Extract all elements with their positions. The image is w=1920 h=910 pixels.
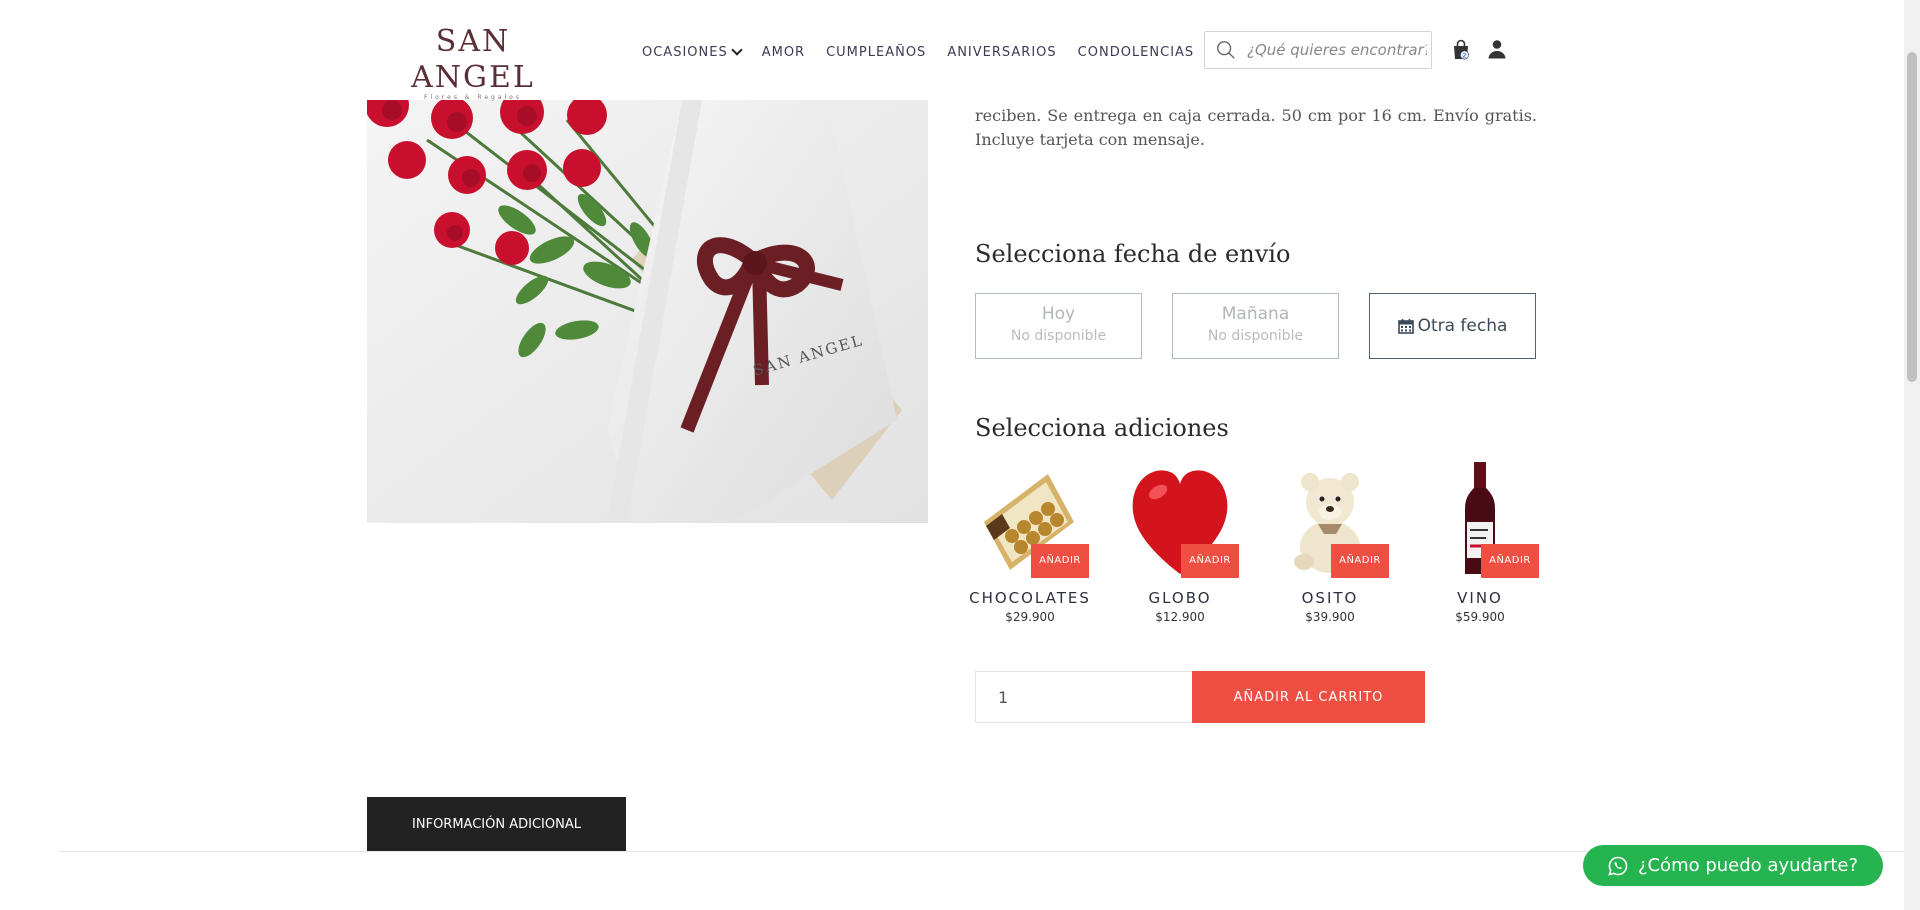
date-option-other[interactable]: Otra fecha: [1369, 293, 1536, 359]
addon-osito: AÑADIR OSITO $39.900: [1275, 462, 1389, 632]
whatsapp-help-button[interactable]: ¿Cómo puedo ayudarte?: [1583, 845, 1883, 886]
add-vino-button[interactable]: AÑADIR: [1481, 544, 1539, 578]
date-option-label: Otra fecha: [1417, 316, 1508, 336]
addons-title: Selecciona adiciones: [975, 414, 1229, 442]
cart-count-badge: 2: [1462, 51, 1466, 59]
shopping-bag-icon[interactable]: 2: [1451, 39, 1471, 61]
chevron-down-icon: [731, 44, 743, 56]
nav-item-amor[interactable]: AMOR: [762, 45, 805, 60]
user-icon[interactable]: [1487, 39, 1507, 59]
add-chocolates-button[interactable]: AÑADIR: [1031, 544, 1089, 578]
whatsapp-icon: [1608, 856, 1628, 876]
quantity-input[interactable]: [975, 671, 1193, 723]
addon-name: OSITO: [1301, 589, 1359, 607]
scrollbar-thumb[interactable]: [1907, 52, 1917, 382]
nav-item-aniversarios[interactable]: ANIVERSARIOS: [947, 45, 1056, 60]
addon-price: $39.900: [1305, 610, 1355, 624]
date-option-tomorrow[interactable]: Mañana No disponible: [1172, 293, 1339, 359]
addon-vino: AÑADIR VINO $59.900: [1425, 462, 1539, 632]
tab-additional-info[interactable]: INFORMACIÓN ADICIONAL: [367, 797, 626, 851]
site-header: SAN ANGEL Flores & Regalos OCASIONES AMO…: [0, 0, 1904, 101]
search-box: [1204, 31, 1432, 69]
delivery-date-title: Selecciona fecha de envío: [975, 240, 1291, 268]
whatsapp-label: ¿Cómo puedo ayudarte?: [1637, 855, 1859, 876]
add-to-cart-button[interactable]: AÑADIR AL CARRITO: [1192, 671, 1425, 723]
addon-name: CHOCOLATES: [969, 589, 1091, 607]
main-nav: OCASIONES AMOR CUMPLEAÑOS ANIVERSARIOS C…: [642, 42, 1215, 62]
nav-item-label: OCASIONES: [642, 44, 728, 60]
add-globo-button[interactable]: AÑADIR: [1181, 544, 1239, 578]
addon-name: VINO: [1457, 589, 1503, 607]
nav-item-ocasiones[interactable]: OCASIONES: [642, 44, 743, 60]
addon-price: $59.900: [1455, 610, 1505, 624]
date-option-label: Mañana: [1221, 304, 1290, 324]
logo-text: SAN ANGEL: [411, 24, 535, 95]
page-scrollbar[interactable]: [1904, 0, 1920, 910]
addon-globo: AÑADIR GLOBO $12.900: [1125, 462, 1239, 632]
date-option-label: Hoy: [1041, 304, 1076, 324]
add-osito-button[interactable]: AÑADIR: [1331, 544, 1389, 578]
logo[interactable]: SAN ANGEL Flores & Regalos: [388, 24, 558, 101]
addon-chocolates: AÑADIR CHOCOLATES $29.900: [969, 462, 1089, 632]
product-description: reciben. Se entrega en caja cerrada. 50 …: [975, 106, 1537, 149]
nav-item-condolencias[interactable]: CONDOLENCIAS: [1078, 45, 1195, 60]
search-input[interactable]: [1245, 40, 1429, 60]
addon-price: $29.900: [1005, 610, 1055, 624]
calendar-icon: [1397, 319, 1414, 334]
addon-price: $12.900: [1155, 610, 1205, 624]
date-option-status: No disponible: [1207, 328, 1304, 344]
nav-item-cumpleanos[interactable]: CUMPLEAÑOS: [826, 45, 926, 60]
addon-name: GLOBO: [1148, 589, 1212, 607]
search-icon[interactable]: [1215, 39, 1237, 61]
product-image: SAN ANGEL: [367, 100, 928, 523]
date-option-today[interactable]: Hoy No disponible: [975, 293, 1142, 359]
date-option-status: No disponible: [1010, 328, 1107, 344]
